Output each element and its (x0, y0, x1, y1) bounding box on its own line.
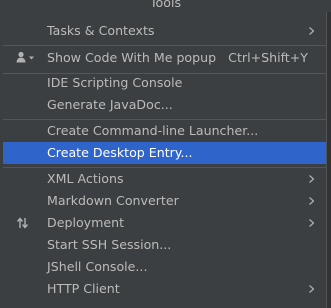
menu-right-edge (326, 12, 331, 308)
menu-item-label: Tasks & Contexts (47, 23, 155, 38)
menubar-strip: Tools (0, 0, 331, 12)
menu-item-label: JShell Console... (47, 259, 148, 274)
menu-separator (3, 45, 326, 46)
menu-item-markdown-converter[interactable]: Markdown Converter (3, 190, 326, 212)
deployment-arrows-icon (16, 217, 29, 229)
submenu-arrow-icon (309, 197, 314, 205)
menu-item-show-code-with-me[interactable]: Show Code With Me popup Ctrl+Shift+Y (3, 47, 326, 69)
menu-item-label: IDE Scripting Console (47, 75, 183, 90)
menu-item-label: Create Desktop Entry... (47, 145, 193, 160)
menu-item-generate-javadoc[interactable]: Generate JavaDoc... (3, 94, 326, 116)
menu-item-jshell-console[interactable]: JShell Console... (3, 256, 326, 278)
menu-item-label: Deployment (47, 215, 125, 230)
tools-dropdown-menu: Tasks & Contexts Show Code With Me popup… (0, 12, 331, 308)
menu-item-label: Generate JavaDoc... (47, 97, 173, 112)
menu-item-deployment[interactable]: Deployment (3, 212, 326, 234)
menu-item-http-client[interactable]: HTTP Client (3, 278, 326, 300)
menu-item-ide-scripting-console[interactable]: IDE Scripting Console (3, 72, 326, 94)
menu-item-xml-actions[interactable]: XML Actions (3, 168, 326, 190)
menu-item-create-command-line-launcher[interactable]: Create Command-line Launcher... (3, 120, 326, 142)
submenu-arrow-icon (309, 219, 314, 227)
menu-item-start-ssh-session[interactable]: Start SSH Session... (3, 234, 326, 256)
menu-item-create-desktop-entry[interactable]: Create Desktop Entry... (3, 142, 326, 164)
submenu-arrow-icon (309, 175, 314, 183)
menu-item-label: XML Actions (47, 171, 124, 186)
menu-item-label: HTTP Client (47, 281, 120, 296)
menu-item-label: Show Code With Me popup (47, 50, 217, 65)
submenu-arrow-icon (309, 27, 314, 35)
menu-item-shortcut: Ctrl+Shift+Y (228, 50, 308, 65)
tools-menu-title[interactable]: Tools (150, 0, 181, 11)
menu-item-tasks-contexts[interactable]: Tasks & Contexts (3, 20, 326, 42)
user-dropdown-icon (16, 51, 34, 63)
submenu-arrow-icon (309, 285, 314, 293)
menu-item-label: Create Command-line Launcher... (47, 123, 259, 138)
menu-item-label: Markdown Converter (47, 193, 179, 208)
menu-item-label: Start SSH Session... (47, 237, 172, 252)
